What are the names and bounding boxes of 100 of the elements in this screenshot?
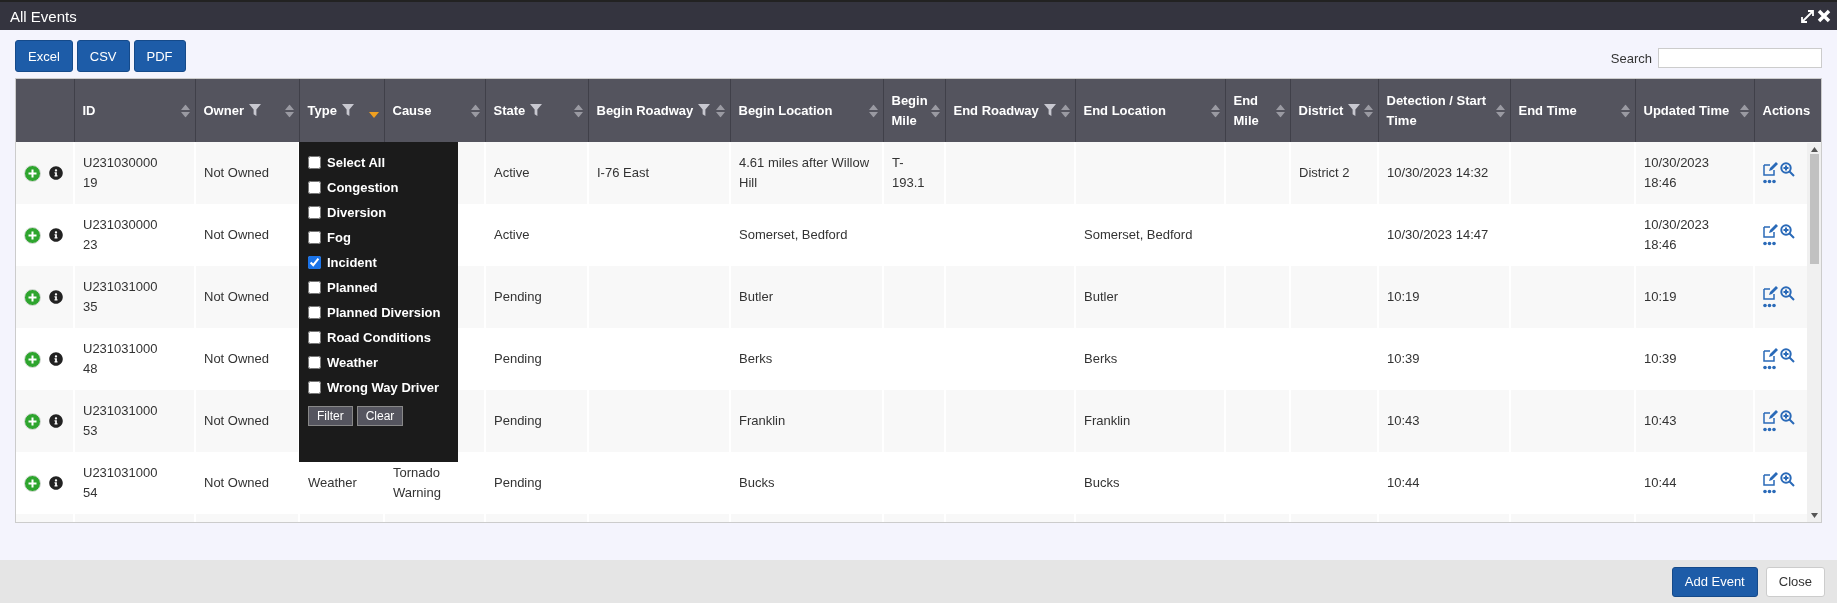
close-icon[interactable] <box>1817 9 1831 23</box>
filter-action-button[interactable]: Filter <box>308 406 353 426</box>
sort-icon[interactable] <box>573 104 583 117</box>
edit-icon[interactable] <box>1763 410 1778 424</box>
table-cell: Pending <box>494 475 542 490</box>
checkbox[interactable] <box>308 156 321 169</box>
filter-option[interactable]: Weather <box>308 350 449 375</box>
expand-icon[interactable] <box>1801 9 1814 23</box>
sort-descending-icon[interactable] <box>368 111 379 118</box>
more-icon[interactable] <box>1763 427 1776 432</box>
more-icon[interactable] <box>1763 365 1776 370</box>
more-icon[interactable] <box>1763 489 1776 494</box>
checkbox[interactable] <box>308 281 321 294</box>
checkbox[interactable] <box>308 206 321 219</box>
checkbox[interactable] <box>308 256 321 269</box>
info-icon[interactable] <box>49 476 63 490</box>
add-circle-icon[interactable] <box>24 412 41 430</box>
sort-icon[interactable] <box>470 104 480 117</box>
add-circle-icon[interactable] <box>24 288 41 306</box>
filter-icon[interactable] <box>530 103 543 116</box>
add-button[interactable]: Add Event <box>1671 566 1758 597</box>
filter-option[interactable]: Fog <box>308 225 449 250</box>
add-circle-icon[interactable] <box>24 350 41 368</box>
filter-icon[interactable] <box>248 103 261 116</box>
sort-icon[interactable] <box>1363 104 1373 117</box>
more-icon[interactable] <box>1763 241 1776 246</box>
search-field[interactable] <box>1658 48 1822 68</box>
edit-icon[interactable] <box>1763 348 1778 362</box>
edit-icon[interactable] <box>1763 472 1778 486</box>
filter-icon[interactable] <box>1348 103 1361 116</box>
column-header[interactable]: District <box>1290 79 1378 142</box>
sort-icon[interactable] <box>1060 104 1070 117</box>
sort-icon[interactable] <box>868 104 878 117</box>
more-icon[interactable] <box>1763 303 1776 308</box>
checkbox[interactable] <box>308 231 321 244</box>
sort-icon[interactable] <box>1495 104 1505 117</box>
sort-icon[interactable] <box>1620 104 1630 117</box>
info-icon[interactable] <box>49 414 63 428</box>
filter-icon[interactable] <box>341 103 354 116</box>
column-header[interactable]: Detection / Start Time <box>1378 79 1510 142</box>
filter-icon[interactable] <box>1043 103 1056 116</box>
zoom-in-icon[interactable] <box>1780 472 1795 487</box>
column-header[interactable]: State <box>485 79 588 142</box>
filter-option[interactable]: Congestion <box>308 175 449 200</box>
add-circle-icon[interactable] <box>24 226 41 244</box>
sort-icon[interactable] <box>180 104 190 117</box>
export-button[interactable]: Excel <box>15 40 73 72</box>
column-header[interactable]: Cause <box>384 79 485 142</box>
filter-icon[interactable] <box>698 103 711 116</box>
filter-option[interactable]: Planned Diversion <box>308 300 449 325</box>
sort-icon[interactable] <box>1739 104 1749 117</box>
info-icon[interactable] <box>49 228 63 242</box>
close-button[interactable]: Close <box>1765 566 1825 597</box>
zoom-in-icon[interactable] <box>1780 286 1795 301</box>
sort-icon[interactable] <box>284 104 294 117</box>
filter-option[interactable]: Incident <box>308 250 449 275</box>
zoom-in-icon[interactable] <box>1780 162 1795 177</box>
filter-option[interactable]: Select All <box>308 150 449 175</box>
column-header[interactable]: Begin Location <box>730 79 883 142</box>
export-button[interactable]: PDF <box>133 40 186 72</box>
column-header[interactable]: End Mile <box>1225 79 1290 142</box>
filter-option[interactable]: Diversion <box>308 200 449 225</box>
scroll-up-icon[interactable] <box>1810 147 1818 152</box>
checkbox[interactable] <box>308 181 321 194</box>
column-header[interactable]: End Location <box>1075 79 1225 142</box>
add-circle-icon[interactable] <box>24 164 41 182</box>
edit-icon[interactable] <box>1763 224 1778 238</box>
column-header[interactable]: End Roadway <box>945 79 1075 142</box>
checkbox[interactable] <box>308 381 321 394</box>
column-header[interactable]: ID <box>74 79 195 142</box>
column-header[interactable]: Updated Time <box>1635 79 1754 142</box>
filter-action-button[interactable]: Clear <box>356 406 404 426</box>
edit-icon[interactable] <box>1763 162 1778 176</box>
export-button[interactable]: CSV <box>76 40 130 72</box>
column-header[interactable]: End Time <box>1510 79 1635 142</box>
sort-icon[interactable] <box>930 104 940 117</box>
edit-icon[interactable] <box>1763 286 1778 300</box>
column-header[interactable]: Begin Roadway <box>588 79 730 142</box>
scrollbar-thumb[interactable] <box>1809 154 1819 264</box>
sort-icon[interactable] <box>1210 104 1220 117</box>
info-icon[interactable] <box>49 166 63 180</box>
filter-option[interactable]: Wrong Way Driver <box>308 375 449 400</box>
checkbox[interactable] <box>308 356 321 369</box>
info-icon[interactable] <box>49 290 63 304</box>
zoom-in-icon[interactable] <box>1780 410 1795 425</box>
zoom-in-icon[interactable] <box>1780 348 1795 363</box>
column-header[interactable]: Begin Mile <box>883 79 945 142</box>
more-icon[interactable] <box>1763 179 1776 184</box>
checkbox[interactable] <box>308 331 321 344</box>
info-icon[interactable] <box>49 352 63 366</box>
add-circle-icon[interactable] <box>24 474 41 492</box>
zoom-in-icon[interactable] <box>1780 224 1795 239</box>
sort-icon[interactable] <box>1275 104 1285 117</box>
column-header[interactable]: Type <box>299 79 384 142</box>
scrollbar[interactable] <box>1807 143 1821 522</box>
filter-option[interactable]: Road Conditions <box>308 325 449 350</box>
filter-option[interactable]: Planned <box>308 275 449 300</box>
column-header[interactable]: Owner <box>195 79 299 142</box>
sort-icon[interactable] <box>715 104 725 117</box>
checkbox[interactable] <box>308 306 321 319</box>
